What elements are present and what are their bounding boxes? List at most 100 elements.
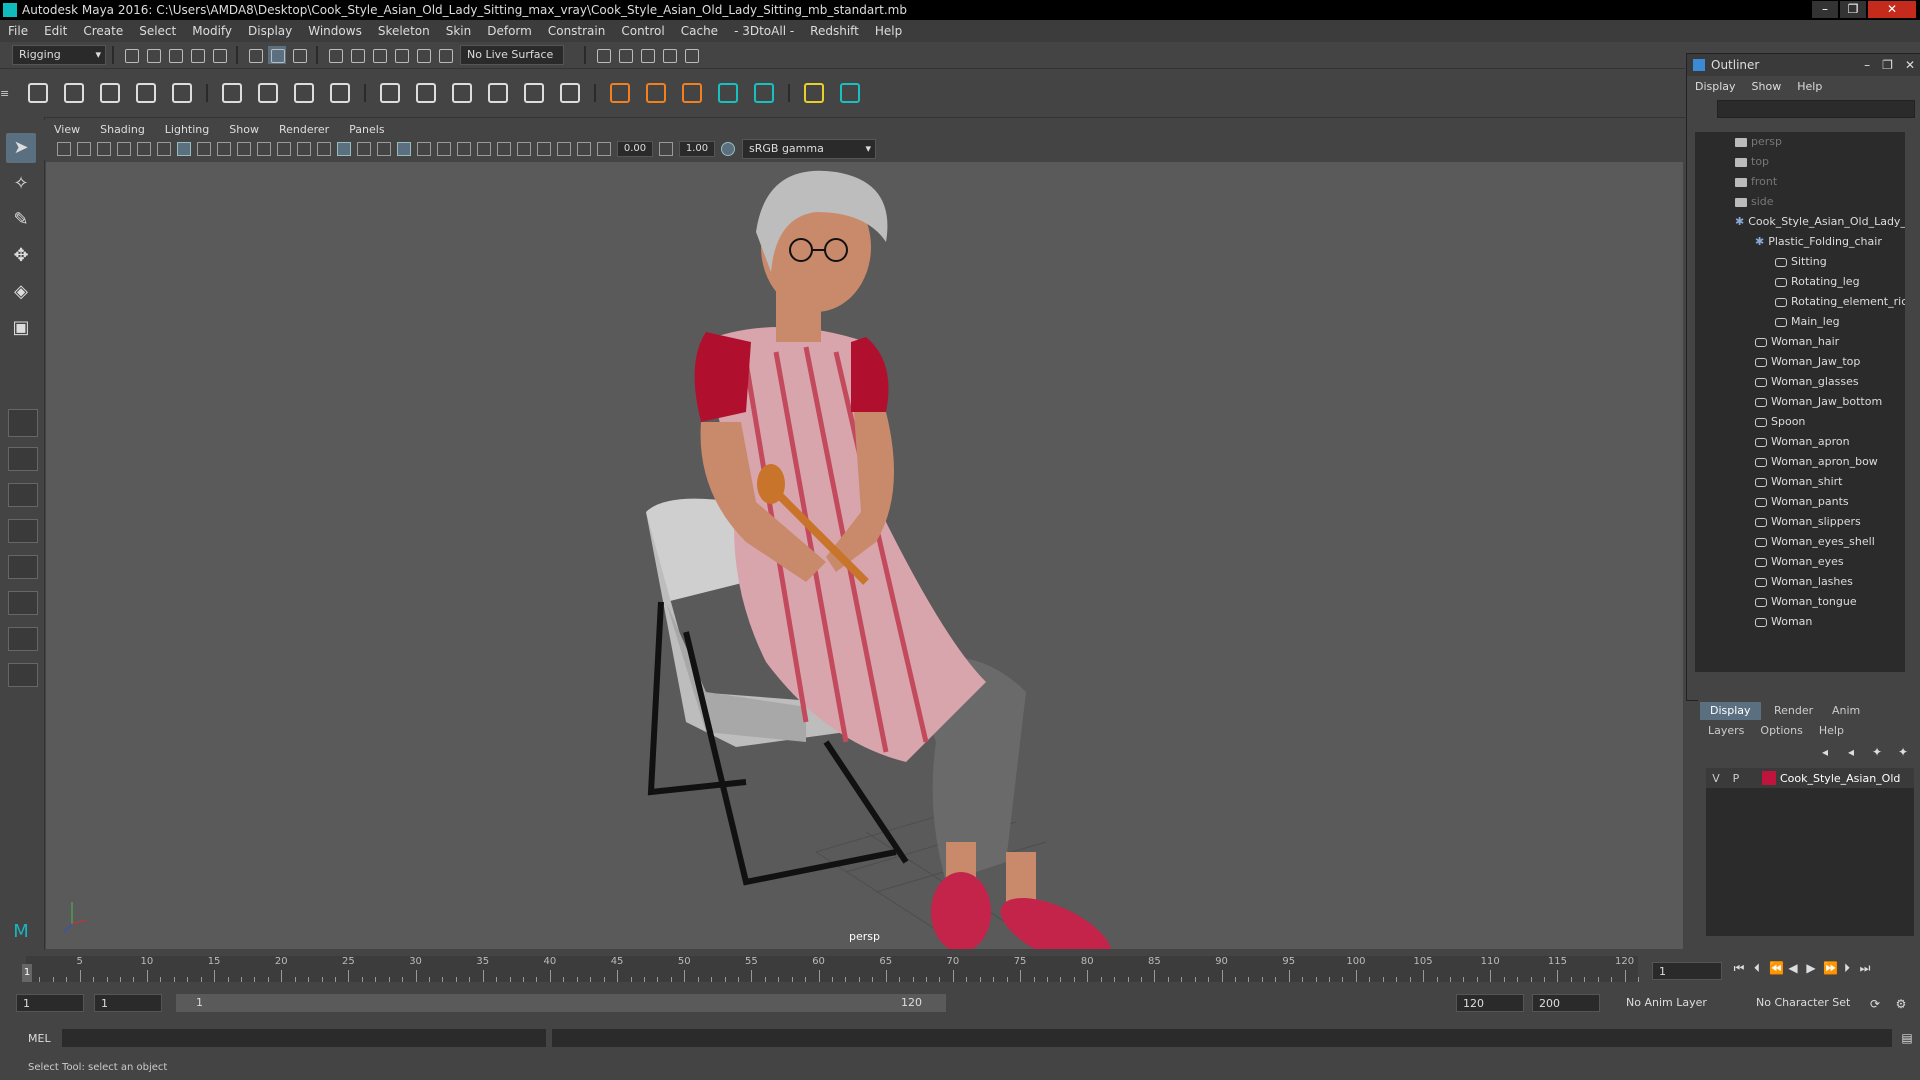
outliner-item[interactable]: Rotating_leg <box>1775 272 1860 292</box>
scale-constraint-icon[interactable] <box>484 79 512 107</box>
aim-constraint-icon[interactable] <box>412 79 440 107</box>
playback-start-field[interactable]: 1 <box>94 994 162 1012</box>
outliner-item[interactable]: top <box>1735 152 1769 172</box>
menu-create[interactable]: Create <box>75 24 131 38</box>
current-frame-field[interactable]: 1 <box>1652 962 1722 980</box>
menu-skeleton[interactable]: Skeleton <box>370 24 438 38</box>
shadows-icon[interactable] <box>437 142 451 156</box>
outliner-item[interactable]: front <box>1735 172 1777 192</box>
outliner-item[interactable]: Woman_lashes <box>1755 572 1853 592</box>
play-backward-icon[interactable]: ◀ <box>1787 962 1799 974</box>
go-to-start-icon[interactable]: ⏮ <box>1733 962 1745 974</box>
outliner-item[interactable]: persp <box>1735 132 1782 152</box>
perspective-viewport[interactable]: persp <box>46 162 1683 949</box>
exposure-icon[interactable] <box>597 142 611 156</box>
grid-icon[interactable] <box>177 142 191 156</box>
layer-color-swatch[interactable] <box>1762 771 1776 785</box>
move-tool[interactable]: ✥ <box>6 241 36 271</box>
wrench-icon[interactable] <box>800 79 828 107</box>
layer-menu-options[interactable]: Options <box>1760 724 1802 737</box>
expression-icon[interactable] <box>678 79 706 107</box>
menu-edit[interactable]: Edit <box>36 24 75 38</box>
wireframe-icon[interactable] <box>317 142 331 156</box>
pole-vector-constraint-icon[interactable] <box>556 79 584 107</box>
ipr-render-icon[interactable] <box>638 46 656 64</box>
persp-graph-icon[interactable] <box>8 519 38 543</box>
minimize-button[interactable]: – <box>1812 1 1838 18</box>
animation-end-field[interactable]: 200 <box>1532 994 1600 1012</box>
outliner-item[interactable]: ✱ Plastic_Folding_chair <box>1755 232 1882 252</box>
default-material-icon[interactable] <box>357 142 371 156</box>
outliner-item[interactable]: Woman_apron_bow <box>1755 452 1878 472</box>
ik-spline-icon[interactable] <box>96 79 124 107</box>
xray-icon[interactable] <box>537 142 551 156</box>
panel-menu-shading[interactable]: Shading <box>90 123 155 136</box>
open-scene-icon[interactable] <box>144 46 162 64</box>
lasso-tool[interactable]: ✧ <box>6 169 36 199</box>
outliner-item[interactable]: Sitting <box>1775 252 1827 272</box>
mirror-joint-icon[interactable] <box>132 79 160 107</box>
layer-menu-layers[interactable]: Layers <box>1708 724 1744 737</box>
panel-menu-lighting[interactable]: Lighting <box>155 123 219 136</box>
step-back-frame-icon[interactable]: ⏴ <box>1751 962 1763 974</box>
resolution-gate-icon[interactable] <box>217 142 231 156</box>
2d-pan-zoom-icon[interactable] <box>137 142 151 156</box>
outliner-menu-show[interactable]: Show <box>1744 80 1790 93</box>
rotate-tool[interactable]: ◈ <box>6 277 36 307</box>
grease-pencil-icon[interactable] <box>157 142 171 156</box>
move-layer-down-icon[interactable]: ◂ <box>1845 746 1857 758</box>
maximize-button[interactable]: ❐ <box>1840 1 1866 18</box>
gamma-field[interactable]: 1.00 <box>679 141 715 157</box>
hypershade-layout-icon[interactable] <box>8 555 38 579</box>
menu-skin[interactable]: Skin <box>438 24 480 38</box>
cluster-icon[interactable] <box>326 79 354 107</box>
ik-handle-icon[interactable] <box>60 79 88 107</box>
script-editor-icon[interactable]: ▤ <box>1901 1032 1913 1044</box>
render-current-frame-icon[interactable] <box>616 46 634 64</box>
snap-point-icon[interactable] <box>370 46 388 64</box>
xray-components-icon[interactable] <box>577 142 591 156</box>
snap-curve-icon[interactable] <box>348 46 366 64</box>
outliner-item[interactable]: Woman_glasses <box>1755 372 1859 392</box>
menu-set-dropdown[interactable]: Rigging ▾ <box>12 45 106 65</box>
range-slider[interactable]: 1 120 <box>176 994 946 1012</box>
bind-skin-icon[interactable] <box>218 79 246 107</box>
outliner-item[interactable]: Woman_shirt <box>1755 472 1842 492</box>
safe-title-icon[interactable] <box>297 142 311 156</box>
orient-joint-icon[interactable] <box>168 79 196 107</box>
outliner-item[interactable]: Woman_eyes <box>1755 552 1844 572</box>
animation-preferences-icon[interactable]: ⚙ <box>1895 998 1907 1010</box>
undo-icon[interactable] <box>188 46 206 64</box>
maximize-icon[interactable]: ❐ <box>1876 58 1899 72</box>
select-by-component-icon[interactable] <box>290 46 308 64</box>
outliner-item[interactable]: Woman_slippers <box>1755 512 1861 532</box>
custom-layout-icon[interactable] <box>8 663 38 687</box>
outliner-item[interactable]: Woman <box>1755 612 1812 632</box>
orient-constraint-icon[interactable] <box>448 79 476 107</box>
select-tool[interactable]: ➤ <box>6 133 36 163</box>
menu-display[interactable]: Display <box>240 24 300 38</box>
hik-character-icon[interactable] <box>750 79 778 107</box>
color-space-dropdown[interactable]: sRGB gamma ▾ <box>742 139 876 159</box>
scale-tool[interactable]: ▣ <box>6 313 36 343</box>
render-settings-icon[interactable] <box>594 46 612 64</box>
color-management-icon[interactable] <box>721 142 735 156</box>
minimize-icon[interactable]: – <box>1858 58 1876 72</box>
parent-constraint-icon[interactable] <box>520 79 548 107</box>
anti-aliasing-icon[interactable] <box>497 142 511 156</box>
panel-menu-show[interactable]: Show <box>219 123 269 136</box>
menu-constrain[interactable]: Constrain <box>540 24 614 38</box>
menu-file[interactable]: File <box>0 24 36 38</box>
exposure-field[interactable]: 0.00 <box>617 141 653 157</box>
layer-menu-help[interactable]: Help <box>1819 724 1844 737</box>
panel-menu-view[interactable]: View <box>44 123 90 136</box>
outliner-item[interactable]: Main_leg <box>1775 312 1840 332</box>
step-forward-key-icon[interactable]: ⏩ <box>1823 962 1838 974</box>
image-plane-icon[interactable] <box>117 142 131 156</box>
menu-3dtoall[interactable]: - 3DtoAll - <box>726 24 802 38</box>
step-back-key-icon[interactable]: ⏪ <box>1769 962 1784 974</box>
layer-row[interactable]: V P Cook_Style_Asian_Old <box>1706 768 1914 788</box>
render-view-icon[interactable] <box>660 46 678 64</box>
menu-cache[interactable]: Cache <box>673 24 726 38</box>
character-set-dropdown[interactable]: No Character Set <box>1750 994 1868 1012</box>
